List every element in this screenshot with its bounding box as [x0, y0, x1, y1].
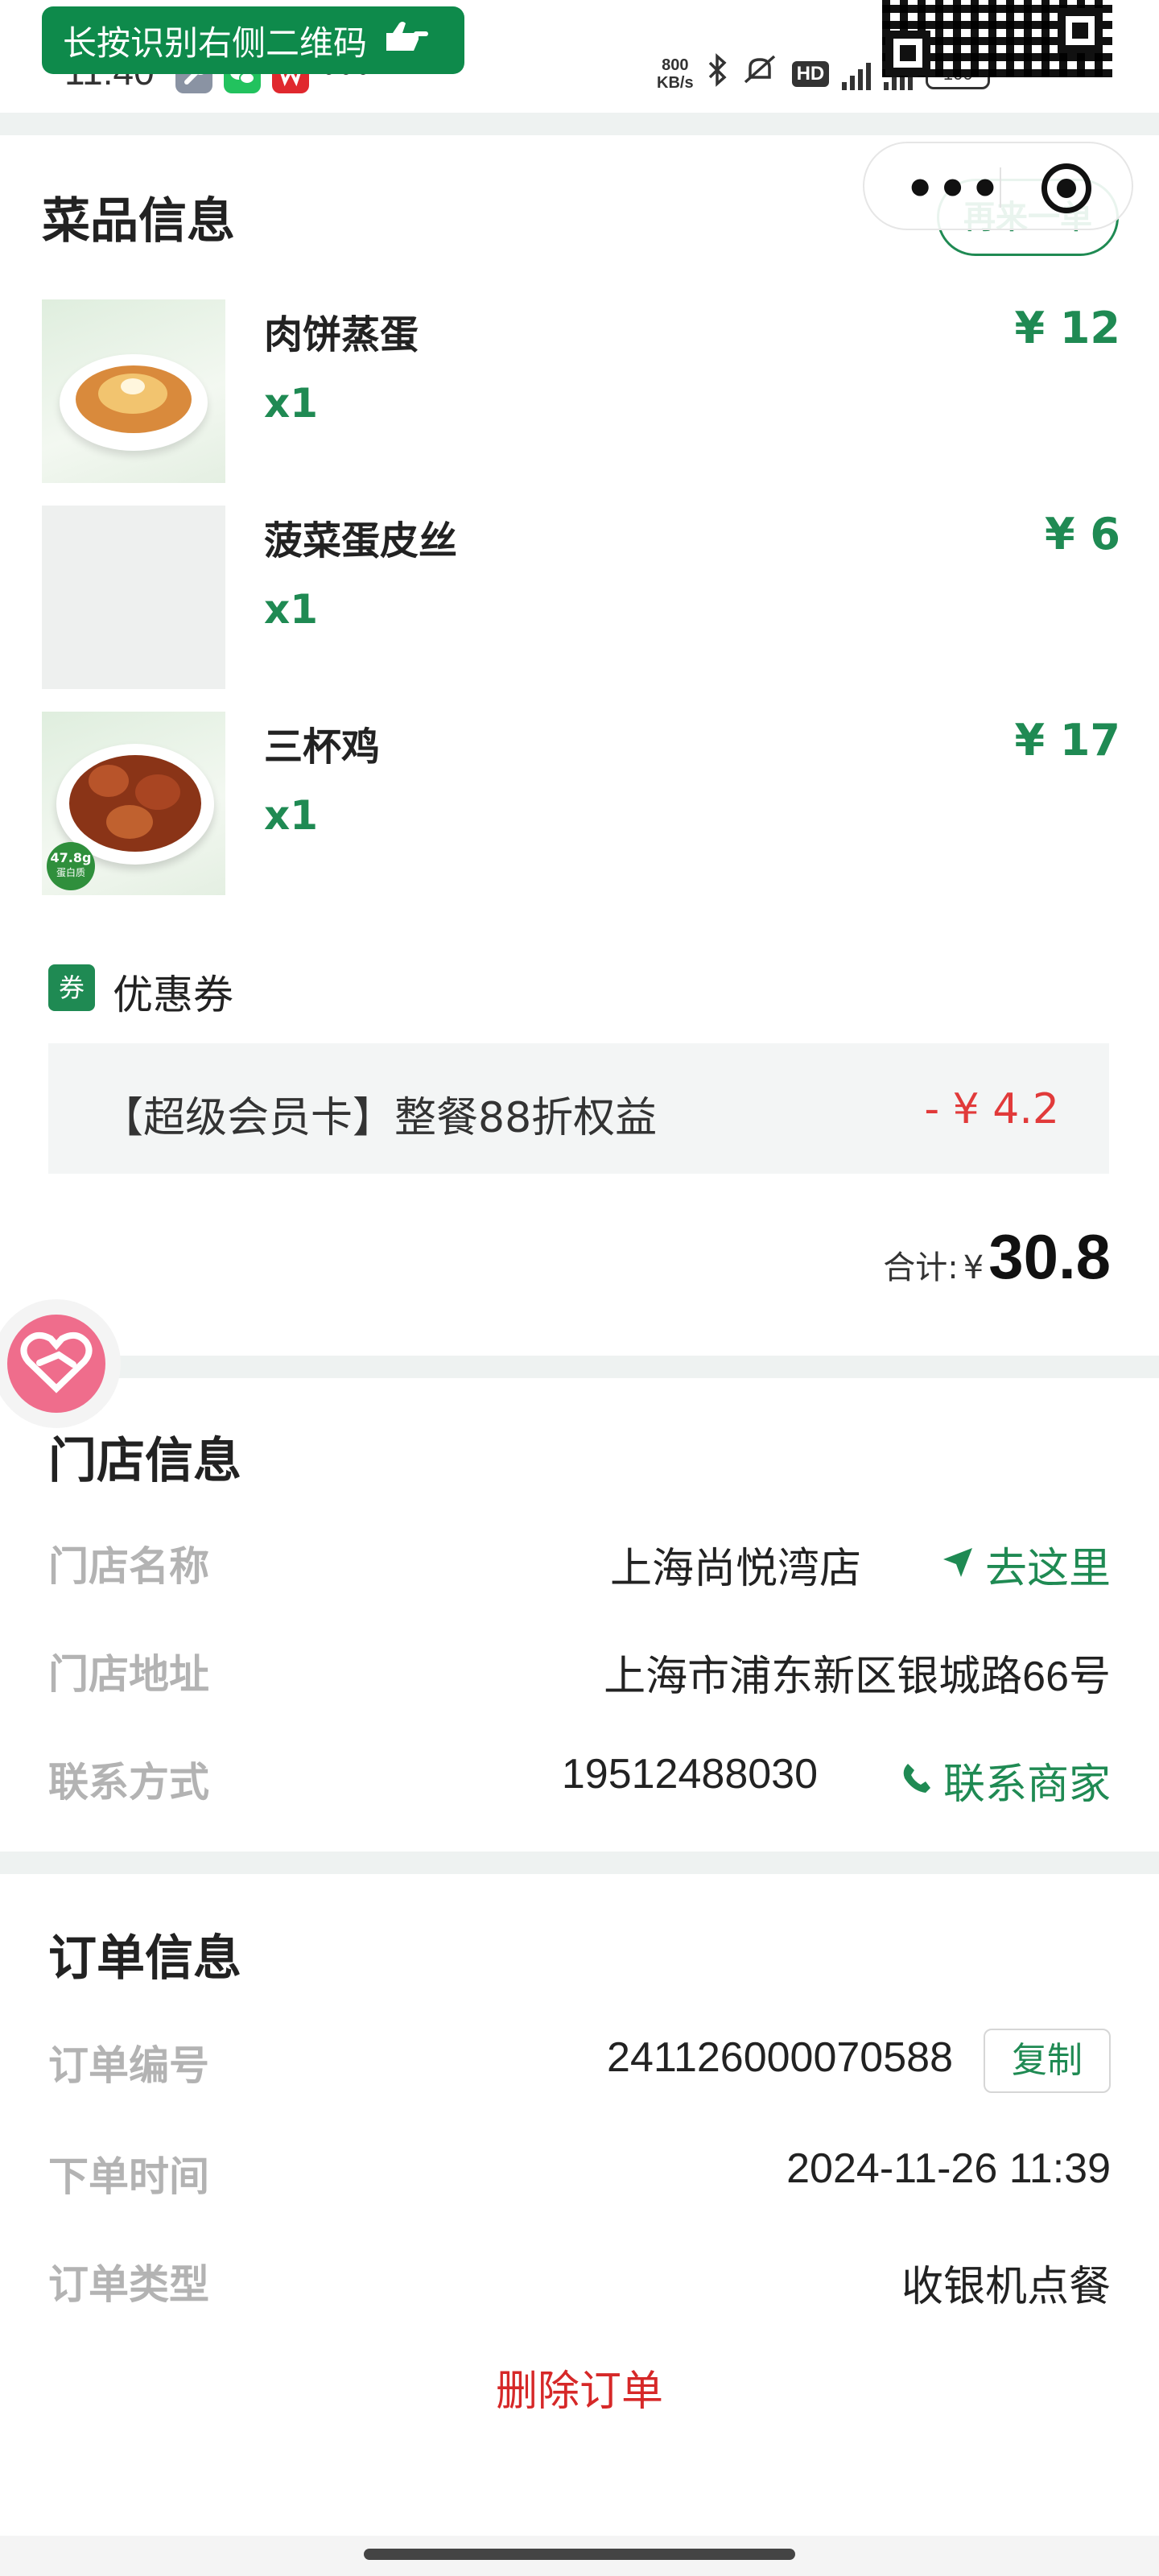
mini-program-capsule: •••	[863, 142, 1133, 230]
net-speed-unit: KB/s	[657, 74, 694, 92]
order-section-title: 订单信息	[48, 1930, 241, 1987]
store-contact-label: 联系方式	[48, 1759, 209, 1806]
dish-price: ¥ 6	[1045, 509, 1120, 559]
home-indicator[interactable]	[364, 2549, 795, 2560]
phone-icon	[901, 1757, 932, 1805]
total-label: 合计:	[883, 1249, 959, 1286]
store-address-label: 门店地址	[48, 1651, 209, 1698]
total-value: 30.8	[988, 1221, 1111, 1292]
section-divider	[0, 1852, 1159, 1874]
protein-badge-value: 47.8g	[50, 850, 92, 865]
store-address-row: 门店地址 上海市浦东新区银城路66号	[48, 1634, 1111, 1700]
dish-price: ¥ 17	[1014, 715, 1120, 766]
dish-quantity: x1	[264, 586, 319, 633]
dish-name: 三杯鸡	[264, 724, 381, 770]
store-name-label: 门店名称	[48, 1543, 209, 1590]
order-type-row: 订单类型 收银机点餐	[48, 2244, 1111, 2310]
pointing-hand-icon	[382, 19, 430, 62]
store-contact-row: 联系方式 19512488030 联系商家	[48, 1742, 1111, 1809]
section-divider	[0, 113, 1159, 135]
dish-quantity: x1	[264, 380, 319, 427]
protein-badge-label: 蛋白质	[56, 867, 85, 878]
coupon-card: 【超级会员卡】整餐88折权益 - ¥ 4.2	[48, 1043, 1109, 1174]
dish-item[interactable]: 47.8g 蛋白质 三杯鸡 x1 ¥ 17	[42, 712, 1120, 895]
store-address-value: 上海市浦东新区银城路66号	[604, 1653, 1111, 1700]
qr-finder-pattern	[885, 31, 930, 76]
dish-name: 肉饼蒸蛋	[264, 312, 419, 357]
navigate-label: 去这里	[984, 1545, 1111, 1593]
mute-icon	[740, 53, 779, 95]
store-name-value: 上海尚悦湾店	[609, 1546, 861, 1592]
order-total: 合计: ¥ 30.8	[883, 1220, 1111, 1294]
dish-item[interactable]: 肉饼蒸蛋 x1 ¥ 12	[42, 299, 1120, 483]
coupon-tag-icon: 券	[48, 964, 95, 1011]
store-name-row: 门店名称 上海尚悦湾店 去这里	[48, 1526, 1111, 1593]
dish-quantity: x1	[264, 792, 319, 839]
order-type-value: 收银机点餐	[901, 2264, 1111, 2310]
order-time-row: 下单时间 2024-11-26 11:39	[48, 2136, 1111, 2201]
store-contact-value: 19512488030	[561, 1751, 818, 1798]
net-speed: 800 KB/s	[657, 56, 694, 92]
section-divider	[0, 1356, 1159, 1378]
order-type-label: 订单类型	[48, 2261, 209, 2308]
signal-icon	[842, 58, 872, 90]
dish-section-title: 菜品信息	[42, 193, 235, 250]
navigation-arrow-icon	[942, 1541, 974, 1589]
hd-badge-icon: HD	[791, 61, 830, 87]
coupon-discount: - ¥ 4.2	[924, 1085, 1059, 1133]
order-time-value: 2024-11-26 11:39	[786, 2145, 1111, 2192]
copy-button[interactable]: 复制	[984, 2029, 1111, 2093]
more-menu-icon[interactable]: •••	[905, 161, 1002, 217]
capsule-separator	[1000, 167, 1001, 208]
dish-image	[42, 299, 225, 483]
net-speed-value: 800	[662, 56, 689, 74]
contact-merchant-label: 联系商家	[942, 1761, 1111, 1809]
bluetooth-icon	[707, 53, 728, 95]
contact-merchant-button[interactable]: 联系商家	[901, 1750, 1111, 1810]
protein-badge: 47.8g 蛋白质	[47, 842, 95, 890]
close-target-icon[interactable]	[1041, 163, 1091, 213]
dish-item[interactable]: 菠菜蛋皮丝 x1 ¥ 6	[42, 506, 1120, 689]
heart-icon	[7, 1315, 105, 1413]
dish-image-placeholder	[42, 506, 225, 689]
qr-hint-text: 长按识别右侧二维码	[63, 23, 368, 63]
delete-order-button[interactable]: 删除订单	[0, 2357, 1159, 2417]
store-section-title: 门店信息	[48, 1433, 241, 1489]
coupon-name: 【超级会员卡】整餐88折权益	[101, 1094, 658, 1142]
total-currency: ¥	[963, 1249, 984, 1286]
coupon-label: 优惠券	[113, 972, 233, 1018]
dish-image: 47.8g 蛋白质	[42, 712, 225, 895]
order-number-row: 订单编号 241126000070588 复制	[48, 2025, 1111, 2093]
qr-finder-pattern	[1058, 8, 1103, 53]
dish-price: ¥ 12	[1014, 303, 1120, 353]
order-time-label: 下单时间	[48, 2153, 209, 2200]
order-number-label: 订单编号	[48, 2042, 209, 2089]
navigate-button[interactable]: 去这里	[942, 1534, 1111, 1595]
order-number-value: 241126000070588	[607, 2034, 953, 2081]
dish-name: 菠菜蛋皮丝	[264, 518, 458, 564]
floating-heart-button[interactable]	[0, 1299, 121, 1428]
qr-hint-banner[interactable]: 长按识别右侧二维码	[42, 6, 464, 74]
qr-code-image[interactable]	[882, 0, 1112, 77]
